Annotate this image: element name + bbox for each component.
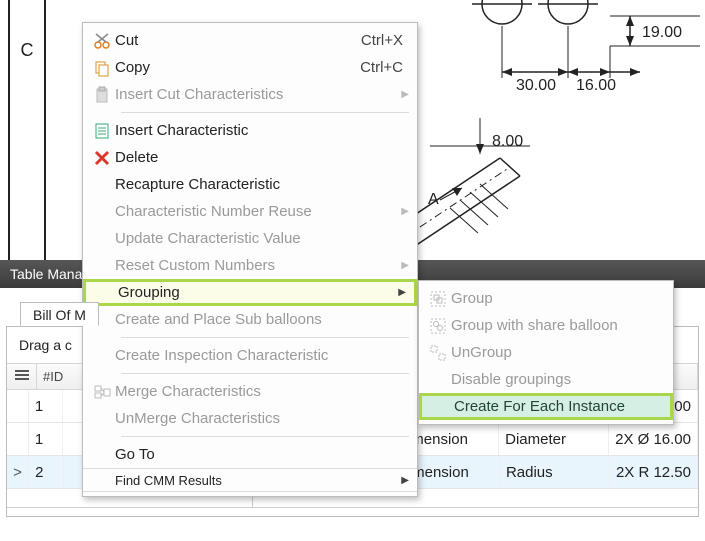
- top-right-drawing: 19.00 30.00 16.00: [440, 0, 705, 92]
- menu-insert-characteristic[interactable]: Insert Characteristic: [83, 117, 417, 144]
- submenu-label: Group: [451, 290, 659, 307]
- row-id: 1: [29, 423, 63, 455]
- menu-label: Recapture Characteristic: [115, 176, 403, 193]
- menu-copy[interactable]: Copy Ctrl+C: [83, 54, 417, 81]
- submenu-create-for-each-instance[interactable]: Create For Each Instance: [419, 393, 673, 420]
- scissors-icon: [89, 32, 115, 50]
- drawing-row-label: C: [10, 0, 46, 269]
- submenu-label: UnGroup: [451, 344, 659, 361]
- row-subtype: Diameter: [499, 423, 609, 455]
- chevron-right-icon: ▶: [401, 475, 409, 486]
- group-icon: [425, 291, 451, 307]
- menu-label: UnMerge Characteristics: [115, 410, 403, 427]
- menu-delete[interactable]: Delete: [83, 144, 417, 171]
- menu-find-cmm-results[interactable]: Find CMM Results ▶: [83, 468, 417, 492]
- dim-16: 16.00: [576, 77, 616, 92]
- paste-icon: [89, 86, 115, 104]
- table-manager-title: Table Mana: [10, 266, 82, 282]
- delete-icon: [89, 149, 115, 167]
- ungroup-icon: [425, 345, 451, 361]
- menu-label: Merge Characteristics: [115, 383, 403, 400]
- row-subtype: Radius: [500, 456, 610, 488]
- row-caret: [7, 423, 29, 455]
- menu-label: Characteristic Number Reuse: [115, 203, 403, 220]
- menu-label: Copy: [115, 59, 360, 76]
- submenu-group: Group: [419, 285, 673, 312]
- row-value: 2X R 12.50: [610, 456, 698, 488]
- menu-recapture-characteristic[interactable]: Recapture Characteristic: [83, 171, 417, 198]
- row-id: 2: [29, 456, 64, 488]
- menu-label: Update Characteristic Value: [115, 230, 403, 247]
- menu-shortcut: Ctrl+X: [361, 32, 403, 49]
- tab-bill-of-m[interactable]: Bill Of M: [20, 302, 99, 326]
- submenu-group-with-share-balloon: Group with share balloon: [419, 312, 673, 339]
- menu-label: Grouping: [118, 284, 400, 301]
- menu-go-to[interactable]: Go To: [83, 441, 417, 468]
- row-caret[interactable]: >: [7, 456, 29, 488]
- menu-label: Go To: [115, 446, 403, 463]
- dim-30: 30.00: [516, 77, 556, 92]
- detail-a-label: A: [428, 191, 439, 208]
- row-id: 1: [29, 390, 63, 422]
- menu-label: Cut: [115, 32, 361, 49]
- chevron-right-icon: ▶: [401, 260, 409, 271]
- menu-label: Insert Cut Characteristics: [115, 86, 403, 103]
- menu-shortcut: Ctrl+C: [360, 59, 403, 76]
- menu-grouping[interactable]: Grouping ▶: [83, 279, 417, 306]
- menu-unmerge-characteristics: UnMerge Characteristics: [83, 405, 417, 432]
- dim-8: 8.00: [492, 133, 523, 150]
- menu-icon: [15, 369, 29, 384]
- row-caret: [7, 390, 29, 422]
- insert-icon: [89, 122, 115, 140]
- menu-update-characteristic-value: Update Characteristic Value: [83, 225, 417, 252]
- merge-icon: [89, 383, 115, 401]
- menu-label: Delete: [115, 149, 403, 166]
- menu-create-sub-balloons: Create and Place Sub balloons: [83, 306, 417, 333]
- menu-merge-characteristics: Merge Characteristics: [83, 378, 417, 405]
- menu-label: Find CMM Results: [115, 473, 403, 488]
- menu-create-inspection-characteristic: Create Inspection Characteristic: [83, 342, 417, 369]
- chevron-right-icon: ▶: [398, 287, 406, 298]
- group-share-icon: [425, 318, 451, 334]
- context-menu: Cut Ctrl+X Copy Ctrl+C Insert Cut Charac…: [82, 22, 418, 497]
- dim-19: 19.00: [642, 24, 682, 41]
- grid-header-menu[interactable]: [7, 364, 37, 389]
- chevron-right-icon: ▶: [401, 206, 409, 217]
- row-value: 2X Ø 16.00: [609, 423, 698, 455]
- submenu-disable-groupings: Disable groupings: [419, 366, 673, 393]
- menu-insert-cut-characteristics: Insert Cut Characteristics ▶: [83, 81, 417, 108]
- menu-label: Reset Custom Numbers: [115, 257, 403, 274]
- submenu-label: Create For Each Instance: [454, 398, 656, 415]
- chevron-right-icon: ▶: [401, 89, 409, 100]
- menu-label: Create and Place Sub balloons: [115, 311, 403, 328]
- submenu-label: Group with share balloon: [451, 317, 659, 334]
- submenu-ungroup: UnGroup: [419, 339, 673, 366]
- menu-label: Insert Characteristic: [115, 122, 403, 139]
- menu-reset-custom-numbers: Reset Custom Numbers ▶: [83, 252, 417, 279]
- menu-label: Create Inspection Characteristic: [115, 347, 403, 364]
- grouping-submenu: Group Group with share balloon UnGroup D…: [418, 280, 674, 425]
- copy-icon: [89, 59, 115, 77]
- submenu-label: Disable groupings: [451, 371, 659, 388]
- menu-characteristic-number-reuse: Characteristic Number Reuse ▶: [83, 198, 417, 225]
- menu-cut[interactable]: Cut Ctrl+X: [83, 27, 417, 54]
